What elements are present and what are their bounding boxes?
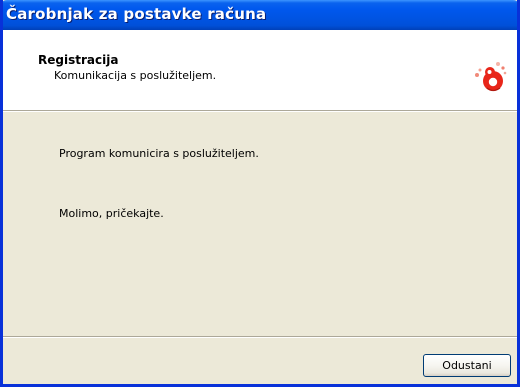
wizard-window: Čarobnjak za postavke računa Registracij… [0, 0, 520, 387]
page-subtitle: Komunikacija s poslužiteljem. [54, 69, 217, 82]
footer-divider [3, 336, 517, 338]
logo-icon [475, 62, 507, 92]
wait-message: Molimo, pričekajte. [59, 207, 164, 220]
window-title: Čarobnjak za postavke računa [6, 5, 267, 23]
title-bar[interactable]: Čarobnjak za postavke računa [3, 0, 517, 30]
status-message: Program komunicira s poslužiteljem. [59, 147, 259, 160]
page-title: Registracija [38, 53, 119, 67]
header-divider [3, 110, 517, 112]
cancel-button[interactable]: Odustani [423, 354, 511, 377]
wizard-header: Registracija Komunikacija s poslužitelje… [3, 30, 517, 110]
